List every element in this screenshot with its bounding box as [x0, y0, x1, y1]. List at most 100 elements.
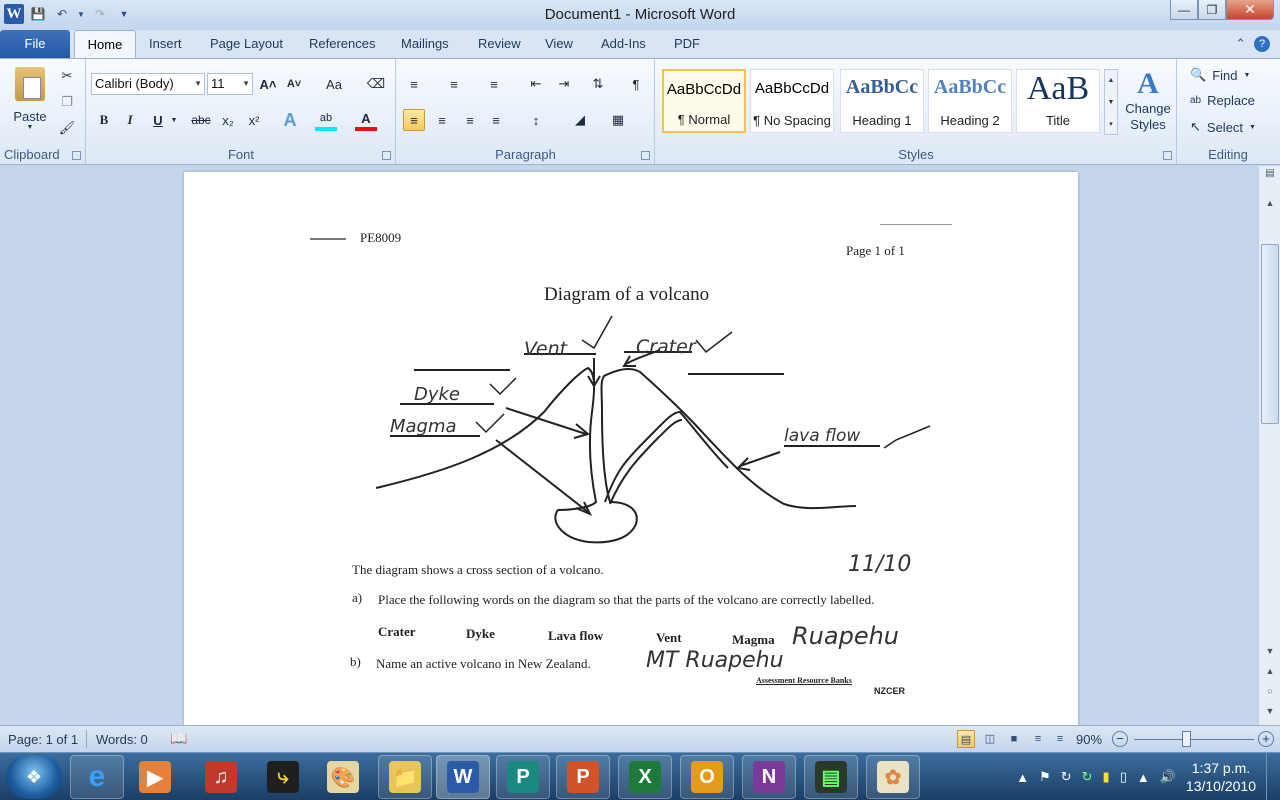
style-heading-2[interactable]: AaBbCc Heading 2	[928, 69, 1012, 133]
clear-formatting-icon[interactable]: ⌫	[365, 73, 387, 95]
paste-button[interactable]: Paste ▼	[8, 65, 52, 141]
change-case-button[interactable]: Aa	[319, 73, 349, 95]
taskbar-audio[interactable]: ♫	[194, 755, 248, 799]
strikethrough-button[interactable]: abc	[187, 109, 215, 131]
taskbar-powerpoint[interactable]: P	[556, 755, 610, 799]
align-center-icon[interactable]: ≡	[431, 109, 453, 131]
taskbar-photo[interactable]: ✿	[866, 755, 920, 799]
styles-scroll[interactable]: ▲ ▼ ▾	[1104, 69, 1118, 135]
style-title[interactable]: AaB Title	[1016, 69, 1100, 133]
decrease-indent-icon[interactable]: ⇤	[525, 73, 547, 95]
font-family-select[interactable]: Calibri (Body) ▼	[91, 73, 205, 95]
cut-icon[interactable]: ✂	[56, 65, 78, 87]
web-layout-icon[interactable]: ■	[1005, 730, 1023, 748]
browse-object-icon[interactable]: ○	[1261, 686, 1279, 696]
help-icon[interactable]: ?	[1254, 36, 1270, 52]
volume-icon[interactable]: 🔊	[1160, 769, 1176, 785]
style-normal[interactable]: AaBbCcDd ¶ Normal	[662, 69, 746, 133]
zoom-in-icon[interactable]: +	[1258, 731, 1274, 747]
format-painter-icon[interactable]: 🖌	[56, 117, 78, 139]
style-heading-1[interactable]: AaBbCc Heading 1	[840, 69, 924, 133]
prev-page-icon[interactable]: ▲	[1261, 666, 1279, 676]
tab-mailings[interactable]: Mailings	[391, 30, 459, 58]
tab-review[interactable]: Review	[468, 30, 531, 58]
taskbar-publisher[interactable]: P	[496, 755, 550, 799]
subscript-button[interactable]: x₂	[217, 109, 239, 131]
clock[interactable]: 1:37 p.m. 13/10/2010	[1186, 759, 1256, 795]
close-button[interactable]: ✕	[1226, 0, 1274, 20]
numbering-icon[interactable]: ≡	[443, 73, 465, 95]
tab-page-layout[interactable]: Page Layout	[200, 30, 293, 58]
shield-icon[interactable]: ▮	[1103, 769, 1110, 785]
underline-button[interactable]: U	[147, 109, 169, 131]
taskbar-explorer[interactable]: 📁	[378, 755, 432, 799]
vertical-scrollbar[interactable]: ▤ ▲ ▼ ▲ ○ ▼	[1258, 166, 1280, 725]
shading-icon[interactable]: ◢	[569, 109, 591, 131]
page-count[interactable]: Page: 1 of 1	[8, 732, 78, 747]
print-layout-view-icon[interactable]: ▤	[957, 730, 975, 748]
styles-launcher[interactable]	[1163, 151, 1172, 160]
proofing-icon[interactable]: 📖	[170, 730, 187, 747]
draft-view-icon[interactable]: ≡	[1051, 730, 1069, 748]
word-count[interactable]: Words: 0	[96, 732, 148, 747]
line-spacing-icon[interactable]: ↕	[525, 109, 547, 131]
taskbar-paint[interactable]: 🎨	[316, 755, 370, 799]
font-size-select[interactable]: 11 ▼	[207, 73, 253, 95]
network-icon[interactable]: ▲	[1137, 770, 1150, 785]
battery-icon[interactable]: ▯	[1120, 769, 1127, 785]
find-button[interactable]: 🔍 Find ▼	[1190, 67, 1250, 83]
shrink-font-button[interactable]: A˅	[283, 73, 305, 95]
justify-icon[interactable]: ≡	[485, 109, 507, 131]
bold-button[interactable]: B	[93, 109, 115, 131]
scroll-up-icon[interactable]: ▲	[1261, 198, 1279, 208]
tab-pdf[interactable]: PDF	[664, 30, 710, 58]
zoom-out-icon[interactable]: −	[1112, 731, 1128, 747]
text-effects-icon[interactable]: A	[279, 109, 301, 131]
show-desktop-button[interactable]	[1266, 753, 1280, 800]
underline-dropdown-icon[interactable]: ▼	[169, 109, 179, 131]
document-area[interactable]: PE8009 Page 1 of 1 Diagram of a volcano	[0, 166, 1258, 725]
align-left-icon[interactable]: ≡	[403, 109, 425, 131]
paragraph-launcher[interactable]	[641, 151, 650, 160]
tab-add-ins[interactable]: Add-Ins	[591, 30, 656, 58]
show-hidden-icons-icon[interactable]: ▲	[1016, 770, 1029, 785]
taskbar-media[interactable]: ▶	[128, 755, 182, 799]
copy-icon[interactable]: ❐	[56, 91, 78, 113]
scroll-down-icon[interactable]: ▼	[1261, 646, 1279, 656]
bullets-icon[interactable]: ≡	[403, 73, 425, 95]
style-no-spacing[interactable]: AaBbCcDd ¶ No Spacing	[750, 69, 834, 133]
document-page[interactable]: PE8009 Page 1 of 1 Diagram of a volcano	[184, 172, 1078, 725]
increase-indent-icon[interactable]: ⇥	[553, 73, 575, 95]
ruler-toggle-icon[interactable]: ▤	[1261, 168, 1279, 179]
select-button[interactable]: ↖ Select ▼	[1190, 119, 1256, 135]
show-formatting-icon[interactable]: ¶	[625, 73, 647, 95]
tab-insert[interactable]: Insert	[139, 30, 192, 58]
start-button[interactable]: ❖	[6, 755, 62, 799]
clipboard-launcher[interactable]	[72, 151, 81, 160]
grow-font-button[interactable]: A˄	[257, 73, 279, 95]
sync-icon[interactable]: ↻	[1061, 769, 1072, 785]
highlight-icon[interactable]: ab	[315, 109, 337, 131]
tab-file[interactable]: File	[0, 30, 70, 58]
taskbar-outlook[interactable]: O	[680, 755, 734, 799]
restore-button[interactable]: ❐	[1198, 0, 1226, 20]
multilevel-list-icon[interactable]: ≡	[483, 73, 505, 95]
tab-view[interactable]: View	[535, 30, 583, 58]
update-icon[interactable]: ↻	[1082, 769, 1093, 785]
italic-button[interactable]: I	[119, 109, 141, 131]
taskbar-excel[interactable]: X	[618, 755, 672, 799]
minimize-ribbon-icon[interactable]: ⌃	[1235, 36, 1246, 52]
zoom-slider-thumb[interactable]	[1182, 731, 1191, 747]
scroll-thumb[interactable]	[1261, 244, 1279, 424]
taskbar-word[interactable]: W	[436, 755, 490, 799]
taskbar-fast-stone[interactable]: ⤷	[256, 755, 310, 799]
taskbar-ie[interactable]: e	[70, 755, 124, 799]
minimize-button[interactable]: —	[1170, 0, 1198, 20]
outline-view-icon[interactable]: ≡	[1029, 730, 1047, 748]
action-center-flag-icon[interactable]: ⚑	[1039, 769, 1051, 785]
borders-icon[interactable]: ▦	[607, 109, 629, 131]
font-color-icon[interactable]: A	[355, 109, 377, 131]
zoom-level[interactable]: 90%	[1076, 732, 1102, 747]
taskbar-task-manager[interactable]: ▤	[804, 755, 858, 799]
change-styles-button[interactable]: A Change Styles	[1122, 67, 1174, 133]
